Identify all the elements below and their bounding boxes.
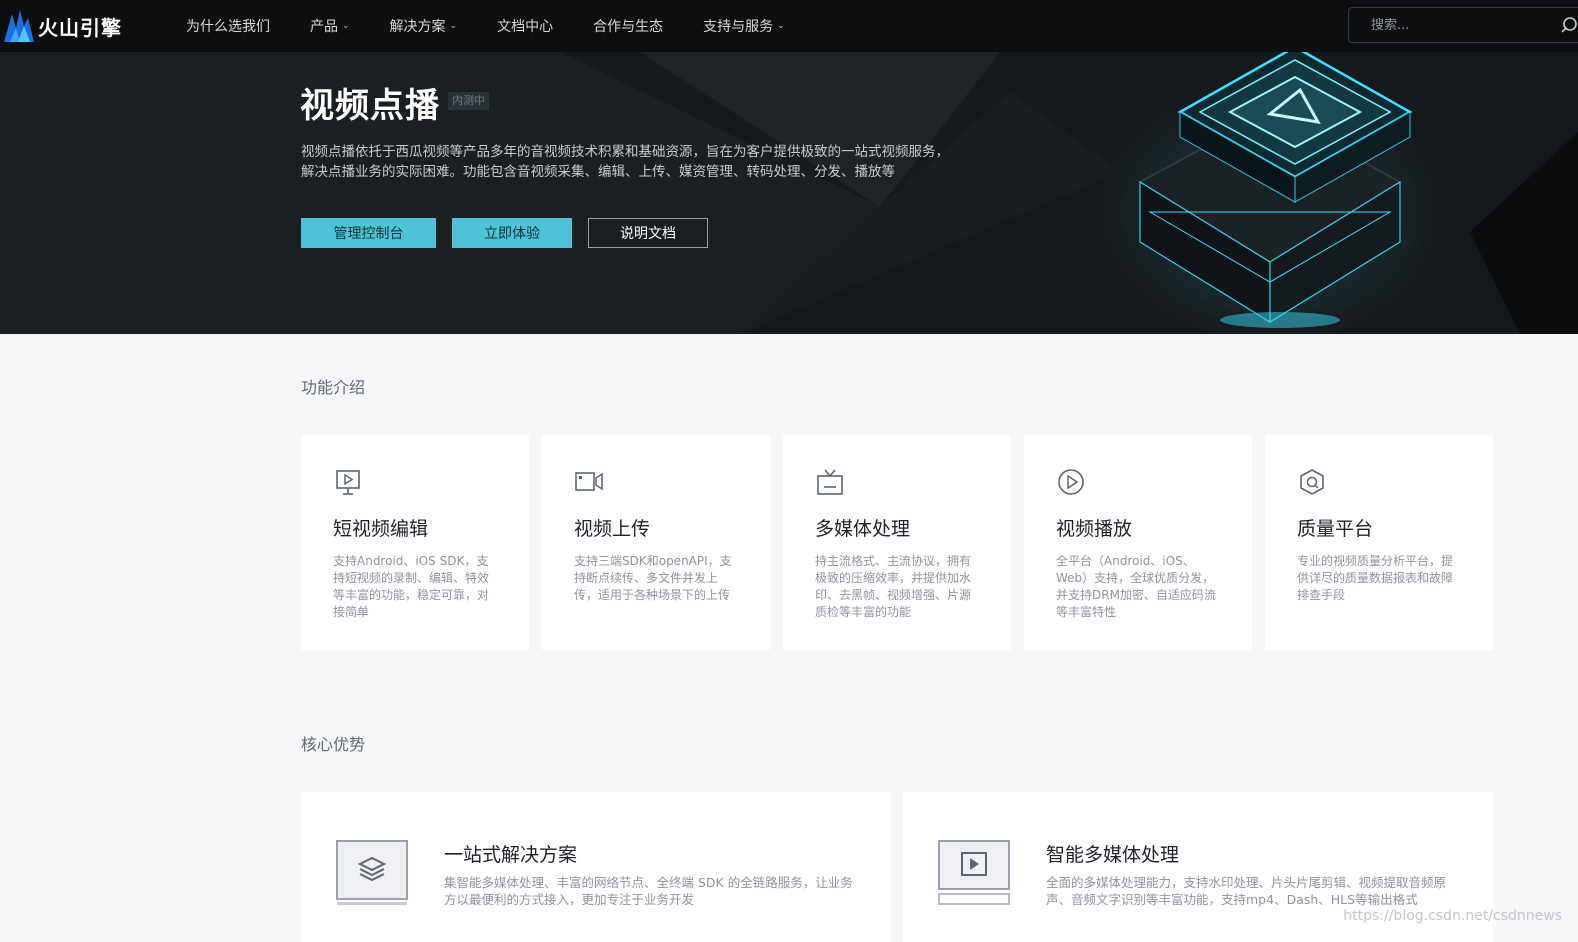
- play-circle-icon: [1058, 469, 1084, 495]
- nav-item-label: 为什么选我们: [186, 19, 270, 35]
- tv-icon: [817, 469, 843, 495]
- feature-card-video-upload[interactable]: 视频上传 支持三端SDK和openAPI，支持断点续传、多文件并发上传，适用于各…: [542, 435, 770, 650]
- try-now-button[interactable]: 立即体验: [452, 218, 572, 248]
- watermark: https://blog.csdn.net/csdnnews: [1343, 908, 1562, 924]
- nav-item-label: 解决方案: [389, 19, 446, 35]
- advantage-description: 全面的多媒体处理能力，支持水印处理、片头片尾剪辑、视频提取音频原声、音频文字识别…: [1046, 875, 1447, 907]
- feature-title: 质量平台: [1297, 518, 1374, 540]
- quality-shield-icon: [1300, 469, 1324, 495]
- feature-title: 短视频编辑: [333, 518, 429, 540]
- status-badge: 内测中: [448, 92, 489, 110]
- media-player-icon: [938, 840, 1010, 905]
- logo[interactable]: 火山引擎: [2, 0, 122, 52]
- top-nav: 火山引擎 为什么选我们 产品 ⌄ 解决方案 ⌄ 文档中心 合作与生态 支持与服务…: [0, 0, 1578, 52]
- layers-icon: [336, 840, 408, 905]
- hero-title-row: 视频点播 内测中: [300, 86, 489, 126]
- nav-item-partners[interactable]: 合作与生态: [593, 16, 663, 36]
- advantage-title: 智能多媒体处理: [1046, 844, 1180, 866]
- feature-card-short-video-editing[interactable]: 短视频编辑 支持Android、iOS SDK，支持短视频的录制、编辑、特效等丰…: [301, 435, 529, 650]
- nav-item-products[interactable]: 产品 ⌄: [310, 16, 350, 36]
- nav-item-docs[interactable]: 文档中心: [497, 16, 553, 36]
- feature-title: 视频播放: [1056, 518, 1133, 540]
- nav-item-why-us[interactable]: 为什么选我们: [186, 16, 270, 36]
- search-icon[interactable]: [1560, 16, 1578, 34]
- nav-item-support[interactable]: 支持与服务 ⌄: [703, 16, 785, 36]
- feature-description: 支持Android、iOS SDK，支持短视频的录制、编辑、特效等丰富的功能，稳…: [333, 554, 490, 619]
- presentation-play-icon: [336, 470, 360, 495]
- console-button-label: 管理控制台: [333, 226, 404, 242]
- nav-item-label: 支持与服务: [703, 19, 774, 35]
- advantage-description: 集智能多媒体处理、丰富的网络节点、全终端 SDK 的全链路服务，让业务方以最便利…: [444, 875, 853, 907]
- feature-title: 视频上传: [574, 518, 651, 540]
- chevron-down-icon: ⌄: [342, 21, 350, 31]
- console-button[interactable]: 管理控制台: [301, 218, 436, 248]
- nav-item-label: 产品: [310, 19, 338, 35]
- advantage-list: 一站式解决方案 集智能多媒体处理、丰富的网络节点、全终端 SDK 的全链路服务，…: [301, 792, 1493, 942]
- chevron-down-icon: ⌄: [449, 21, 458, 31]
- chevron-down-icon: ⌄: [777, 21, 785, 31]
- feature-description: 持主流格式、主流协议，拥有极致的压缩效率，并提供加水印、去黑帧、视频增强、片源质…: [815, 554, 972, 619]
- feature-title: 多媒体处理: [815, 518, 911, 540]
- hero-background-illustration: [0, 52, 1578, 334]
- nav-item-label: 文档中心: [497, 19, 554, 35]
- nav-item-solutions[interactable]: 解决方案 ⌄: [390, 16, 458, 36]
- nav-item-label: 合作与生态: [593, 19, 664, 35]
- feature-description: 专业的视频质量分析平台，提供详尽的质量数据报表和故障排查手段: [1297, 554, 1454, 602]
- advantage-card-one-stop[interactable]: 一站式解决方案 集智能多媒体处理、丰富的网络节点、全终端 SDK 的全链路服务，…: [301, 792, 891, 942]
- feature-card-multimedia-processing[interactable]: 多媒体处理 持主流格式、主流协议，拥有极致的压缩效率，并提供加水印、去黑帧、视频…: [783, 435, 1011, 650]
- feature-description: 全平台（Android、iOS、Web）支持，全球优质分发，并支持DRM加密、自…: [1056, 554, 1216, 619]
- volcano-logo-icon: [4, 10, 34, 42]
- nav-menu: 为什么选我们 产品 ⌄ 解决方案 ⌄ 文档中心 合作与生态 支持与服务 ⌄: [186, 0, 825, 52]
- page-title: 视频点播: [300, 86, 440, 126]
- hero-description: 视频点播依托于西瓜视频等产品多年的音视频技术积累和基础资源，旨在为客户提供极致的…: [301, 144, 949, 180]
- features-section-title: 功能介绍: [301, 378, 366, 397]
- search-box: [1348, 7, 1578, 43]
- logo-text: 火山引擎: [38, 15, 122, 40]
- hero-actions: 管理控制台 立即体验 说明文档: [301, 218, 724, 248]
- video-camera-icon: [575, 472, 603, 491]
- try-now-button-label: 立即体验: [484, 226, 540, 242]
- feature-card-quality-platform[interactable]: 质量平台 专业的视频质量分析平台，提供详尽的质量数据报表和故障排查手段: [1265, 435, 1493, 650]
- hero-banner: 视频点播 内测中 视频点播依托于西瓜视频等产品多年的音视频技术积累和基础资源，旨…: [0, 52, 1578, 334]
- feature-description: 支持三端SDK和openAPI，支持断点续传、多文件并发上传，适用于各种场景下的…: [574, 554, 732, 602]
- feature-list: 短视频编辑 支持Android、iOS SDK，支持短视频的录制、编辑、特效等丰…: [301, 435, 1493, 650]
- search-input[interactable]: [1371, 17, 1541, 33]
- docs-button-label: 说明文档: [620, 226, 676, 242]
- docs-button[interactable]: 说明文档: [588, 218, 708, 248]
- advantage-title: 一站式解决方案: [444, 844, 578, 866]
- feature-card-video-playback[interactable]: 视频播放 全平台（Android、iOS、Web）支持，全球优质分发，并支持DR…: [1024, 435, 1252, 650]
- advantages-section-title: 核心优势: [301, 735, 366, 754]
